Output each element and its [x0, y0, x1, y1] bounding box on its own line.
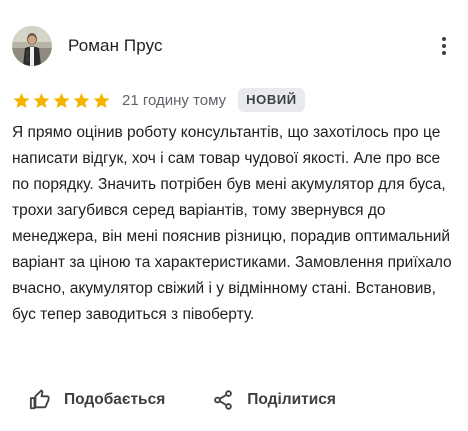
share-button[interactable]: Поділитися	[211, 388, 336, 412]
avatar-photo	[12, 26, 52, 66]
share-label: Поділитися	[247, 391, 336, 408]
star-icon	[73, 92, 90, 108]
star-icon	[93, 92, 110, 108]
review-actions: Подобається Поділитися	[24, 383, 336, 417]
author-name[interactable]: Роман Прус	[68, 36, 163, 56]
new-badge: НОВИЙ	[238, 88, 305, 112]
review-time: 21 годину тому	[122, 91, 227, 109]
review-header: Роман Прус	[12, 26, 456, 66]
share-icon	[211, 388, 235, 412]
more-vert-icon	[442, 37, 446, 55]
star-rating	[12, 91, 112, 110]
like-button[interactable]: Подобається	[28, 388, 165, 412]
more-options-button[interactable]	[432, 34, 456, 58]
star-icon	[33, 92, 50, 108]
rating-row: 21 годину тому НОВИЙ	[12, 86, 305, 114]
thumbs-up-icon	[28, 388, 52, 412]
review-text: Я прямо оцінив роботу консультантів, що …	[12, 124, 452, 323]
like-label: Подобається	[64, 391, 166, 408]
review-card: Роман Прус 21 годину тому НОВИЙ Я прямо …	[0, 0, 468, 431]
star-icon	[53, 92, 70, 108]
star-icon	[13, 92, 30, 108]
avatar[interactable]	[12, 26, 52, 66]
